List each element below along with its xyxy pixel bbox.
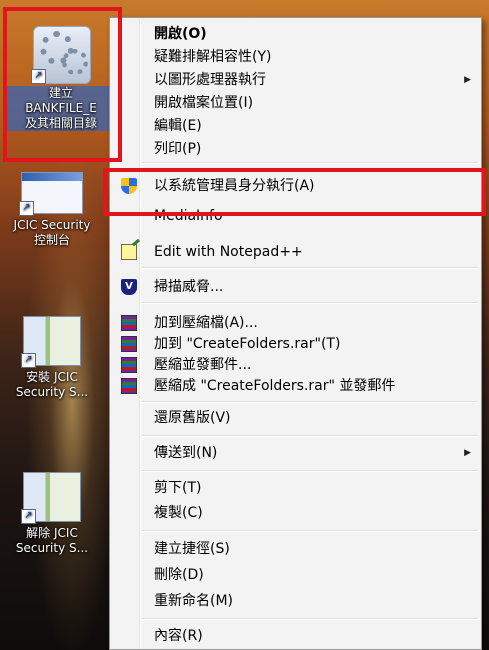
menu-item-label: 開啟檔案位置(I) <box>154 95 254 111</box>
desktop-icon-install-jcic[interactable]: ↗ 安裝 JCIC Security S... <box>4 316 100 400</box>
menu-item-label: 複製(C) <box>154 505 203 521</box>
menu-item-add-to-archive[interactable]: 加到壓縮檔(A)... <box>112 312 479 334</box>
menu-item-label: 內容(R) <box>154 628 203 644</box>
menu-item-label: 傳送到(N) <box>154 445 218 461</box>
menu-item-restore-previous-versions[interactable]: 還原舊版(V) <box>112 407 479 429</box>
menu-item-label: 以圖形處理器執行 <box>154 72 266 88</box>
desktop-icon-label: JCIC Security 控制台 <box>13 218 91 247</box>
menu-item-label: 刪除(D) <box>154 567 204 583</box>
menu-item-copy[interactable]: 複製(C) <box>112 502 479 524</box>
menu-separator <box>142 470 478 472</box>
desktop-icon-label: 解除 JCIC Security S... <box>15 526 89 555</box>
menu-item-label: 加到 "CreateFolders.rar"(T) <box>154 336 341 352</box>
menu-item-cut[interactable]: 剪下(T) <box>112 477 479 499</box>
menu-separator <box>142 267 478 269</box>
menu-item-troubleshoot-compatibility[interactable]: 疑難排解相容性(Y) <box>112 46 479 68</box>
menu-item-label: 疑難排解相容性(Y) <box>154 49 272 65</box>
menu-item-label: 剪下(T) <box>154 480 202 496</box>
desktop-icon-label: 安裝 JCIC Security S... <box>15 370 89 399</box>
menu-item-compress-to-rar-and-email[interactable]: 壓縮成 "CreateFolders.rar" 並發郵件 <box>112 375 479 397</box>
menu-separator <box>142 401 478 403</box>
menu-item-create-shortcut[interactable]: 建立捷徑(S) <box>112 538 479 560</box>
menu-item-edit-with-notepad-plus-plus[interactable]: Edit with Notepad++ <box>112 241 479 263</box>
highlight-box-run-as-admin <box>103 168 486 216</box>
winrar-icon <box>121 336 137 352</box>
menu-item-delete[interactable]: 刪除(D) <box>112 564 479 586</box>
menu-item-print[interactable]: 列印(P) <box>112 138 479 160</box>
security-scan-icon: V <box>121 279 137 295</box>
desktop: ↗ 建立 BANKFILE_E 及其相關目錄 ↗ JCIC Security 控… <box>0 0 489 650</box>
winrar-icon <box>121 357 137 373</box>
menu-item-label: 還原舊版(V) <box>154 410 231 426</box>
menu-item-run-with-gpu[interactable]: 以圖形處理器執行 ▶ <box>112 69 479 91</box>
installer-icon: ↗ <box>21 472 81 524</box>
desktop-icon-jcic-console[interactable]: ↗ JCIC Security 控制台 <box>4 172 100 248</box>
menu-item-send-to[interactable]: 傳送到(N) ▶ <box>112 442 479 464</box>
menu-item-edit[interactable]: 編輯(E) <box>112 115 479 137</box>
menu-item-open[interactable]: 開啟(O) <box>112 23 479 45</box>
menu-separator <box>142 435 478 437</box>
menu-item-label: 壓縮並發郵件... <box>154 357 252 373</box>
menu-item-compress-and-email[interactable]: 壓縮並發郵件... <box>112 354 479 376</box>
submenu-arrow-icon: ▶ <box>464 75 471 85</box>
menu-item-label: 開啟(O) <box>154 26 207 42</box>
shortcut-arrow-icon: ↗ <box>21 353 36 368</box>
menu-item-add-to-createfolders-rar[interactable]: 加到 "CreateFolders.rar"(T) <box>112 333 479 355</box>
menu-separator <box>142 530 478 532</box>
menu-item-scan-threats[interactable]: V 掃描威脅... <box>112 276 479 298</box>
desktop-icon-uninstall-jcic[interactable]: ↗ 解除 JCIC Security S... <box>4 472 100 556</box>
menu-item-open-file-location[interactable]: 開啟檔案位置(I) <box>112 92 479 114</box>
menu-item-label: 壓縮成 "CreateFolders.rar" 並發郵件 <box>154 378 396 394</box>
context-menu: 開啟(O) 疑難排解相容性(Y) 以圖形處理器執行 ▶ 開啟檔案位置(I) 編輯(… <box>109 17 482 650</box>
submenu-arrow-icon: ▶ <box>464 448 471 458</box>
window-app-icon: ↗ <box>19 172 83 216</box>
shortcut-arrow-icon: ↗ <box>19 201 34 216</box>
menu-item-label: 建立捷徑(S) <box>154 541 230 557</box>
menu-item-label: 編輯(E) <box>154 118 202 134</box>
menu-item-properties[interactable]: 內容(R) <box>112 625 479 647</box>
menu-item-label: 重新命名(M) <box>154 593 234 609</box>
installer-icon: ↗ <box>21 316 81 368</box>
shortcut-arrow-icon: ↗ <box>21 509 36 524</box>
menu-item-label: 加到壓縮檔(A)... <box>154 315 258 331</box>
menu-item-label: 列印(P) <box>154 141 202 157</box>
winrar-icon <box>121 315 137 331</box>
menu-separator <box>142 162 478 164</box>
highlight-box-desktop-icon <box>3 7 122 162</box>
menu-item-rename[interactable]: 重新命名(M) <box>112 590 479 612</box>
menu-separator <box>142 618 478 620</box>
winrar-icon <box>121 378 137 394</box>
menu-item-label: Edit with Notepad++ <box>154 244 303 260</box>
notepad-plus-plus-icon <box>121 244 137 260</box>
menu-item-label: 掃描威脅... <box>154 279 224 295</box>
menu-separator <box>142 302 478 304</box>
